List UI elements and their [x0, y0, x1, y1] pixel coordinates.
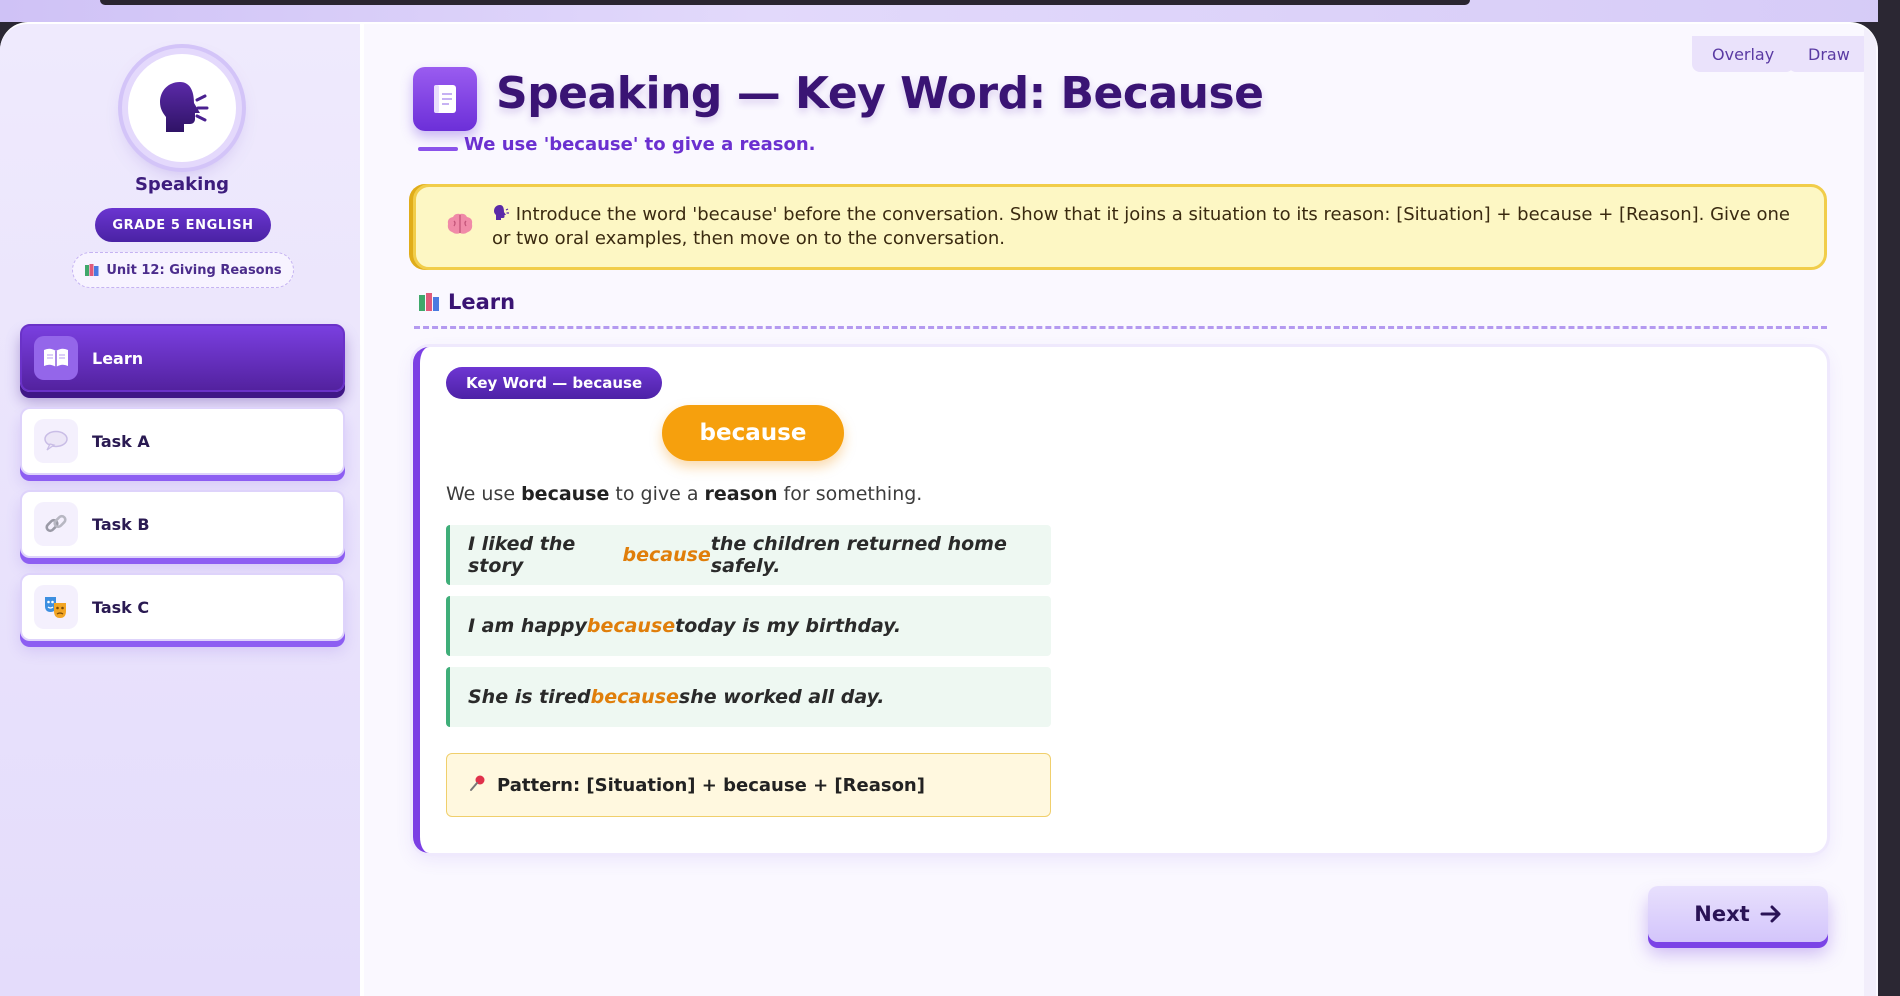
- learn-card: Key Word — because because We use becaus…: [413, 347, 1827, 853]
- section-heading: Learn: [418, 290, 515, 314]
- speaking-head-small-icon: [492, 204, 516, 225]
- section-heading-label: Learn: [448, 290, 516, 314]
- chain-link-icon: [34, 502, 78, 546]
- example-keyword: because: [622, 544, 711, 566]
- speaking-avatar: [128, 54, 236, 162]
- books-icon: [85, 264, 99, 276]
- sidebar-item-task-b[interactable]: Task B: [20, 490, 345, 558]
- open-book-icon: [34, 336, 78, 380]
- page-subtitle: We use 'because' to give a reason.: [464, 134, 816, 155]
- key-word-pill: Key Word — because: [446, 367, 663, 399]
- example-sentence: She is tired because she worked all day.: [446, 667, 1051, 727]
- window-right-edge: [1878, 0, 1900, 996]
- teacher-note-content: Introduce the word 'because' before the …: [492, 204, 1790, 249]
- sidebar-item-label: Task A: [92, 431, 150, 451]
- example-text: today is my birthday.: [675, 615, 902, 637]
- unit-badge-label: Unit 12: Giving Reasons: [106, 262, 282, 278]
- pushpin-icon: [469, 774, 487, 797]
- browser-top-strip: [0, 0, 1900, 22]
- example-sentence: I am happy because today is my birthday.: [446, 596, 1051, 656]
- rule-keyword: because: [521, 483, 610, 505]
- subtitle-accent-line: [418, 147, 458, 151]
- teacher-note-text: Introduce the word 'because' before the …: [492, 203, 1794, 251]
- sidebar: Speaking GRADE 5 ENGLISH Unit 12: Giving…: [0, 24, 364, 996]
- example-keyword: because: [590, 686, 679, 708]
- sidebar-item-task-c[interactable]: Task C: [20, 573, 345, 641]
- speaking-head-icon: [160, 82, 209, 132]
- teacher-note: Introduce the word 'because' before the …: [413, 184, 1827, 270]
- sidebar-nav: Learn Task A Task B Task C: [20, 324, 345, 656]
- books-icon: [419, 293, 439, 311]
- rule-keyword: reason: [704, 483, 778, 505]
- sidebar-item-learn[interactable]: Learn: [20, 324, 345, 392]
- page-title: Speaking — Key Word: Because: [496, 68, 1264, 119]
- pattern-box: Pattern: [Situation] + because + [Reason…: [446, 753, 1051, 817]
- key-word-badge: because: [662, 405, 844, 461]
- next-button[interactable]: Next: [1648, 886, 1828, 942]
- example-text: I am happy: [468, 615, 587, 637]
- sidebar-item-label: Task C: [92, 597, 150, 617]
- rule-text-part: to give a: [609, 483, 705, 505]
- unit-badge: Unit 12: Giving Reasons: [72, 252, 294, 288]
- sidebar-item-task-a[interactable]: Task A: [20, 407, 345, 475]
- scrollbar[interactable]: [1864, 24, 1876, 996]
- rule-text-part: We use: [446, 483, 522, 505]
- example-keyword: because: [586, 615, 676, 637]
- rule-text: We use because to give a reason for some…: [446, 483, 922, 505]
- example-sentence: I liked the story because the children r…: [446, 525, 1051, 585]
- sidebar-item-label: Learn: [92, 348, 144, 368]
- example-text: she worked all day.: [678, 686, 885, 708]
- title-book-icon: [413, 67, 477, 131]
- example-text: She is tired: [468, 686, 591, 708]
- brain-icon: [446, 212, 474, 242]
- next-button-label: Next: [1694, 902, 1750, 926]
- sidebar-item-label: Task B: [92, 514, 150, 534]
- arrow-right-icon: [1760, 905, 1781, 923]
- rule-text-part: for something.: [777, 483, 923, 505]
- theatre-masks-icon: [34, 585, 78, 629]
- main-content: Speaking — Key Word: Because We use 'bec…: [366, 24, 1878, 996]
- speech-bubble-icon: [34, 419, 78, 463]
- sidebar-title: Speaking: [134, 174, 230, 195]
- example-text: I liked the story: [468, 533, 576, 577]
- grade-badge: GRADE 5 ENGLISH: [95, 208, 271, 242]
- example-text: the children returned home safely.: [710, 533, 1007, 577]
- section-divider: [414, 326, 1827, 329]
- app-frame: Speaking GRADE 5 ENGLISH Unit 12: Giving…: [0, 22, 1878, 996]
- pattern-text: Pattern: [Situation] + because + [Reason…: [497, 774, 925, 796]
